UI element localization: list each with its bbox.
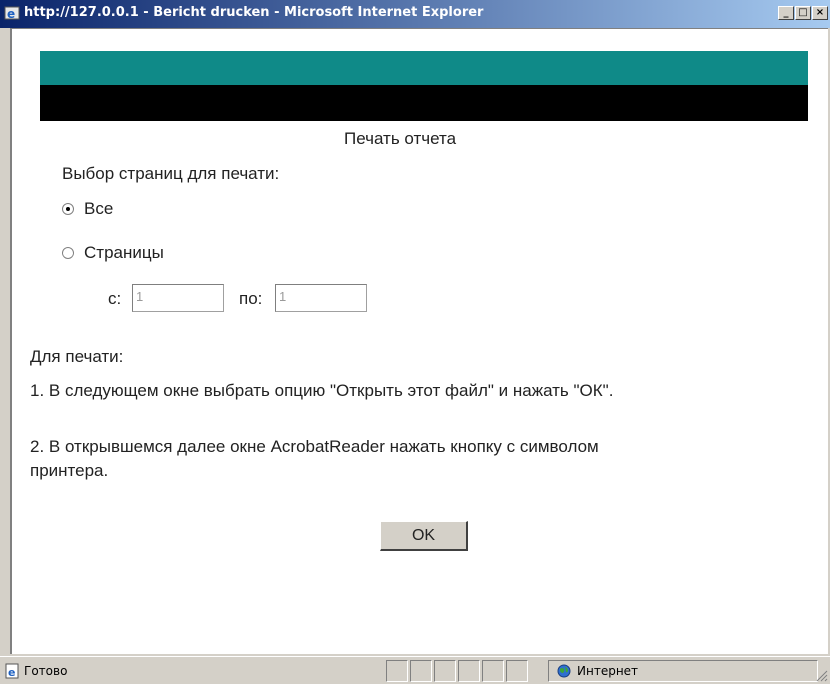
status-panel: [458, 660, 480, 682]
title-bar[interactable]: e http://127.0.0.1 - Bericht drucken - M…: [0, 0, 830, 28]
svg-text:e: e: [7, 7, 15, 21]
instructions-title: Для печати:: [30, 347, 124, 366]
minimize-button[interactable]: _: [778, 6, 794, 20]
radio-all[interactable]: [62, 203, 74, 215]
instruction-step-1: 1. В следующем окне выбрать опцию "Откры…: [30, 381, 614, 400]
status-panel: [386, 660, 408, 682]
status-text: Готово: [24, 664, 68, 678]
selection-label: Выбор страниц для печати:: [62, 164, 280, 183]
radio-all-label[interactable]: Все: [84, 199, 113, 219]
status-panel: [506, 660, 528, 682]
zone-text: Интернет: [577, 664, 639, 678]
close-button[interactable]: ×: [812, 6, 828, 20]
page-title: Печать отчета: [344, 129, 457, 148]
maximize-button[interactable]: □: [795, 6, 811, 20]
to-label: по:: [239, 289, 263, 308]
globe-icon: [557, 664, 571, 678]
security-zone-panel[interactable]: Интернет: [548, 660, 818, 682]
status-panel: [482, 660, 504, 682]
instruction-step-2: 2. В открывшемся далее окне AcrobatReade…: [30, 437, 599, 456]
header-banner-teal: [40, 51, 808, 85]
browser-window: e http://127.0.0.1 - Bericht drucken - M…: [0, 0, 830, 684]
instruction-step-2-continued: принтера.: [30, 461, 109, 480]
status-bar: e Готово Интернет: [0, 656, 830, 684]
page-content: Печать отчета Выбор страниц для печати: …: [10, 28, 828, 654]
ie-logo-icon: e: [4, 6, 20, 21]
from-page-input[interactable]: 1: [132, 284, 224, 312]
radio-pages-label[interactable]: Страницы: [84, 243, 164, 263]
to-page-input[interactable]: 1: [275, 284, 367, 312]
ok-button[interactable]: OK: [380, 521, 468, 551]
svg-text:e: e: [8, 666, 15, 679]
window-title: http://127.0.0.1 - Bericht drucken - Mic…: [24, 5, 484, 20]
ie-page-icon: e: [5, 663, 19, 679]
from-label: с:: [108, 289, 122, 308]
header-banner-black: [40, 85, 808, 121]
status-panel: [434, 660, 456, 682]
status-panel: [410, 660, 432, 682]
resize-grip-icon[interactable]: [816, 670, 828, 682]
radio-pages[interactable]: [62, 247, 74, 259]
